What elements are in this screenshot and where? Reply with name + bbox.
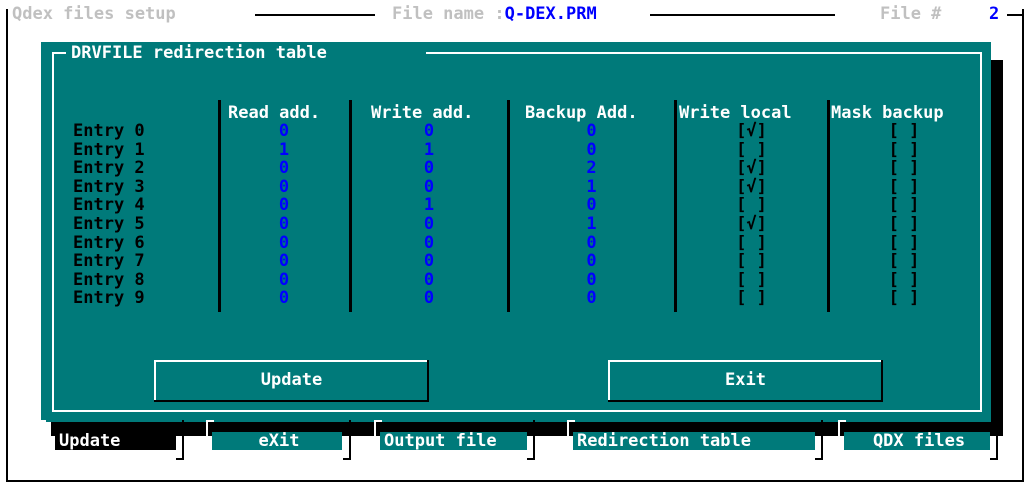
column-header-mask-backup: Mask backup [831,103,944,123]
mask-backup-checkbox[interactable]: [ ] [829,234,979,252]
mask-backup-checkbox[interactable]: [ ] [829,196,979,214]
menu-bracket [176,420,184,460]
column-header-write: Write add. [371,103,474,123]
backup-address[interactable]: 0 [509,271,674,289]
write-local-checkbox[interactable]: [ ] [676,252,827,270]
entry-label: Entry 2 [73,158,145,179]
write-address[interactable]: 0 [351,252,507,270]
backup-address[interactable]: 1 [509,215,674,233]
mask-backup-checkbox[interactable]: [ ] [829,215,979,233]
entry-label: Entry 0 [73,121,145,141]
dialog-border [426,52,982,54]
entry-label: Entry 7 [73,251,145,272]
write-address[interactable]: 0 [351,289,507,307]
menu-bracket [38,420,46,460]
read-address[interactable]: 0 [219,215,349,233]
read-address[interactable]: 0 [219,289,349,307]
read-address[interactable]: 0 [219,271,349,289]
file-number-label: File # [880,4,942,24]
dialog-border [980,52,982,412]
update-button-label: Update [260,370,323,390]
mask-backup-checkbox[interactable]: [ ] [829,141,979,159]
write-address[interactable]: 1 [351,141,507,159]
read-address[interactable]: 0 [219,122,349,140]
menu-bracket [990,420,998,460]
write-address[interactable]: 0 [351,271,507,289]
read-address[interactable]: 0 [219,159,349,177]
write-local-checkbox[interactable]: [√] [676,159,827,177]
read-address[interactable]: 0 [219,234,349,252]
entry-label: Entry 3 [73,176,145,197]
backup-address[interactable]: 0 [509,122,674,140]
write-local-checkbox[interactable]: [√] [676,122,827,140]
backup-address[interactable]: 0 [509,196,674,214]
read-address[interactable]: 0 [219,178,349,196]
mask-backup-checkbox[interactable]: [ ] [829,178,979,196]
read-address[interactable]: 1 [219,141,349,159]
frame-top-line-3 [1007,14,1024,16]
redirection-dialog: DRVFILE redirection table Read add. Writ… [41,42,991,422]
update-button[interactable]: Update [154,360,429,402]
backup-address[interactable]: 1 [509,178,674,196]
mask-backup-checkbox[interactable]: [ ] [829,122,979,140]
write-local-checkbox[interactable]: [ ] [676,196,827,214]
file-number-value: 2 [989,4,1000,24]
mask-backup-checkbox[interactable]: [ ] [829,252,979,270]
write-local-checkbox[interactable]: [ ] [676,271,827,289]
write-address[interactable]: 0 [351,215,507,233]
column-header-write-local: Write local [679,103,792,123]
backup-address[interactable]: 0 [509,252,674,270]
dialog-title: DRVFILE redirection table [71,43,327,63]
menu-bracket [527,420,535,460]
entry-label: Entry 6 [73,232,145,253]
read-address[interactable]: 0 [219,252,349,270]
file-name-label-text: File name : [392,4,505,24]
mask-backup-checkbox[interactable]: [ ] [829,271,979,289]
dialog-border [52,52,54,412]
write-address[interactable]: 0 [351,234,507,252]
menu-redirection-table[interactable]: Redirection table [573,432,815,450]
frame-top-line-2 [650,14,835,16]
write-local-checkbox[interactable]: [√] [676,178,827,196]
write-local-checkbox[interactable]: [ ] [676,141,827,159]
column-header-backup: Backup Add. [525,103,638,123]
backup-address[interactable]: 0 [509,234,674,252]
entry-label: Entry 9 [73,288,145,309]
write-address[interactable]: 0 [351,159,507,177]
mask-backup-checkbox[interactable]: [ ] [829,289,979,307]
write-address[interactable]: 0 [351,122,507,140]
menu-bracket [815,420,823,460]
menu-update[interactable]: Update [55,432,176,450]
app-title: Qdex files setup [12,4,176,24]
mask-backup-checkbox[interactable]: [ ] [829,159,979,177]
column-header-read: Read add. [228,103,321,123]
exit-button[interactable]: Exit [608,360,883,402]
backup-address[interactable]: 0 [509,289,674,307]
entry-label: Entry 5 [73,214,145,234]
menu-output-file[interactable]: Output file [380,432,527,450]
backup-address[interactable]: 2 [509,159,674,177]
menu-exit[interactable]: eXit [212,432,342,450]
read-address[interactable]: 0 [219,196,349,214]
dialog-border [52,410,982,412]
exit-button-label: Exit [725,370,766,390]
dialog-border [52,52,66,54]
file-name-value: Q-DEX.PRM [504,4,597,24]
write-address[interactable]: 0 [351,178,507,196]
write-local-checkbox[interactable]: [ ] [676,234,827,252]
entry-label: Entry 8 [73,269,145,290]
menu-qdx-files[interactable]: QDX files [844,432,990,450]
menu-bracket [343,420,351,460]
write-address[interactable]: 1 [351,196,507,214]
write-local-checkbox[interactable]: [ ] [676,289,827,307]
entry-label: Entry 4 [73,195,145,216]
write-local-checkbox[interactable]: [√] [676,215,827,233]
entry-label: Entry 1 [73,139,145,160]
file-name-label: File name :Q-DEX.PRM [392,5,597,23]
frame-top-line-1 [255,14,375,16]
backup-address[interactable]: 0 [509,141,674,159]
